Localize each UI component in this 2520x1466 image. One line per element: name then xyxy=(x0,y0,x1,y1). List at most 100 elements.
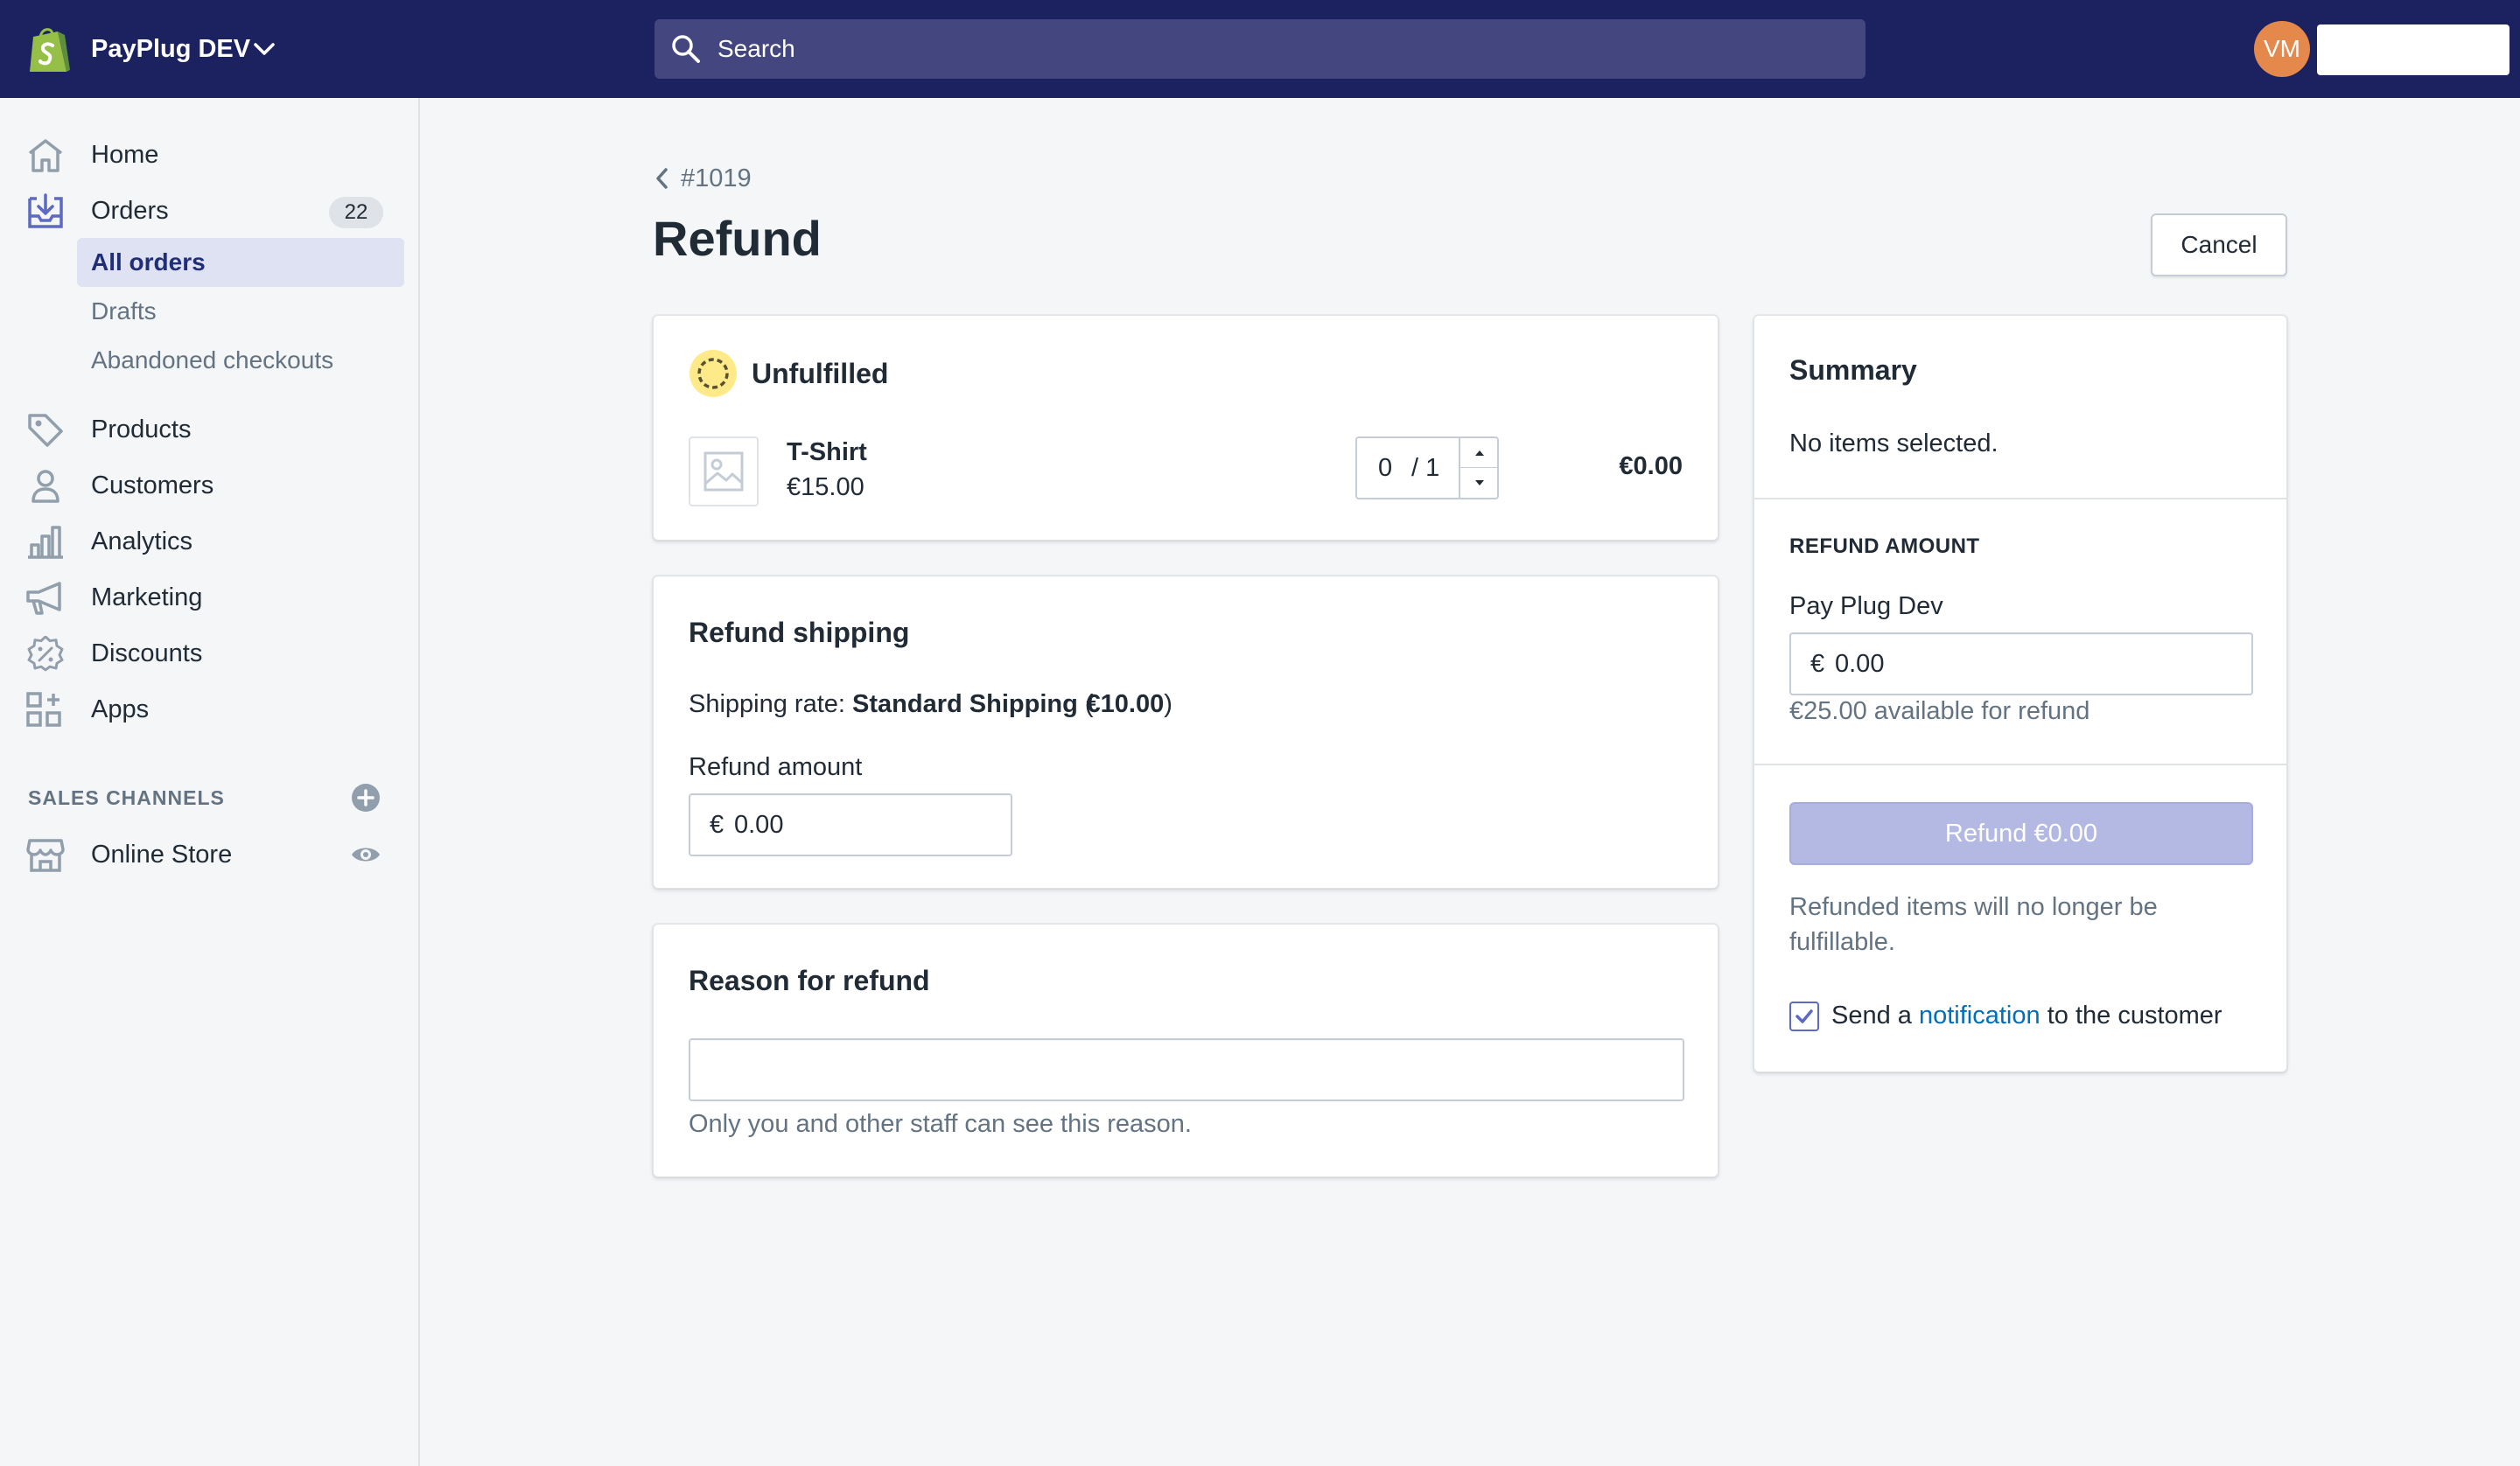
sidebar-item-label: Analytics xyxy=(91,527,193,555)
search-input[interactable]: Search xyxy=(654,19,1866,79)
orders-count-badge: 22 xyxy=(329,197,383,228)
notify-customer-checkbox[interactable] xyxy=(1789,1002,1819,1031)
sidebar-item-label: Orders xyxy=(91,197,169,225)
sidebar-item-analytics[interactable]: Analytics xyxy=(0,517,418,566)
sidebar-subitem-drafts[interactable]: Drafts xyxy=(77,287,404,336)
refund-amount-input[interactable]: € 0.00 xyxy=(1789,632,2253,695)
megaphone-icon xyxy=(26,582,61,615)
shipping-rate-prefix: Shipping rate: xyxy=(689,690,845,718)
refund-shipping-title: Refund shipping xyxy=(689,617,910,648)
quantity-increment-button[interactable] xyxy=(1460,438,1499,468)
sidebar-item-home[interactable]: Home xyxy=(0,130,418,179)
checkmark-icon xyxy=(1796,1009,1813,1023)
refund-note-line2: fulfillable. xyxy=(1789,928,1895,956)
sidebar-subitem-label: All orders xyxy=(91,248,206,276)
product-image-placeholder xyxy=(689,436,759,506)
notify-prefix: Send a xyxy=(1831,1002,1912,1030)
sidebar-item-customers[interactable]: Customers xyxy=(0,461,418,510)
sidebar-item-label: Apps xyxy=(91,695,150,723)
currency-symbol: € xyxy=(710,811,724,839)
store-icon xyxy=(26,839,65,872)
sidebar-item-label: Discounts xyxy=(91,639,203,667)
summary-divider xyxy=(1754,498,2286,499)
available-for-refund: €25.00 available for refund xyxy=(1789,697,2090,725)
reason-input[interactable] xyxy=(689,1038,1684,1101)
summary-card: Summary No items selected. REFUND AMOUNT… xyxy=(1754,315,2287,1072)
add-circle-icon[interactable] xyxy=(348,780,383,815)
shipping-refund-amount-value[interactable]: 0.00 xyxy=(734,807,783,842)
sidebar-item-apps[interactable]: Apps xyxy=(0,685,418,734)
caret-up-icon xyxy=(1475,450,1484,456)
chevron-down-icon[interactable] xyxy=(252,38,276,59)
person-icon xyxy=(32,470,60,503)
avatar[interactable]: VM xyxy=(2254,21,2310,77)
summary-empty-text: No items selected. xyxy=(1789,429,1998,457)
refund-amount-heading: REFUND AMOUNT xyxy=(1789,534,1980,558)
reason-help-text: Only you and other staff can see this re… xyxy=(689,1110,1192,1138)
refund-button[interactable]: Refund €0.00 xyxy=(1789,802,2253,865)
product-price: €15.00 xyxy=(787,473,864,501)
refund-amount-value[interactable]: 0.00 xyxy=(1835,646,1884,681)
gateway-label: Pay Plug Dev xyxy=(1789,592,1943,620)
summary-title: Summary xyxy=(1789,354,1917,386)
notify-customer-label: Send a notification to the customer xyxy=(1831,998,2222,1033)
store-switcher[interactable]: PayPlug DEV xyxy=(91,31,250,66)
sidebar-item-orders[interactable]: Orders 22 xyxy=(0,186,418,235)
top-bar: PayPlug DEV Search VM xyxy=(0,0,2520,98)
sidebar-item-label: Marketing xyxy=(91,583,203,611)
tag-icon xyxy=(28,414,63,447)
shipping-refund-amount-input[interactable]: € 0.00 xyxy=(689,793,1012,856)
unfulfilled-card: Unfulfilled T-Shirt €15.00 0 / 1 €0.00 xyxy=(653,315,1718,541)
sidebar: Home Orders 22 All orders Drafts Abandon… xyxy=(0,98,420,1466)
quantity-total: / 1 xyxy=(1411,454,1440,482)
sidebar-item-products[interactable]: Products xyxy=(0,405,418,454)
sidebar-item-label: Online Store xyxy=(91,841,233,869)
apps-icon xyxy=(26,692,61,727)
sales-channels-heading: SALES CHANNELS xyxy=(28,786,225,809)
shipping-refund-amount-label: Refund amount xyxy=(689,753,863,781)
cancel-button[interactable]: Cancel xyxy=(2151,213,2287,276)
unfulfilled-title: Unfulfilled xyxy=(752,358,889,389)
image-icon xyxy=(704,451,744,492)
line-refund-total: €0.00 xyxy=(1619,452,1683,480)
summary-divider xyxy=(1754,764,2286,765)
sidebar-item-label: Home xyxy=(91,141,159,169)
sidebar-subitem-all-orders[interactable]: All orders xyxy=(77,238,404,287)
breadcrumb-order-link[interactable]: #1019 xyxy=(681,161,752,196)
search-placeholder: Search xyxy=(718,35,795,62)
chevron-left-icon xyxy=(656,168,668,189)
product-name[interactable]: T-Shirt xyxy=(787,435,867,470)
sidebar-item-label: Products xyxy=(91,415,192,443)
shipping-rate-name: Standard Shipping xyxy=(852,690,1078,718)
sidebar-subitem-abandoned-checkouts[interactable]: Abandoned checkouts xyxy=(77,336,404,385)
shipping-rate-line: Shipping rate: Standard Shipping (€10.00… xyxy=(689,687,1172,722)
refund-note-line1: Refunded items will no longer be xyxy=(1789,893,2158,921)
notification-link[interactable]: notification xyxy=(1919,1002,2040,1030)
caret-down-icon xyxy=(1475,480,1484,485)
quantity-value[interactable]: 0 xyxy=(1378,450,1392,485)
shipping-rate-paren-close: ) xyxy=(1164,690,1172,718)
orders-icon xyxy=(28,193,63,228)
unfulfilled-status-icon xyxy=(690,350,737,397)
quantity-stepper-buttons xyxy=(1459,438,1499,498)
home-icon xyxy=(28,139,63,172)
page-title: Refund xyxy=(653,211,822,266)
currency-symbol: € xyxy=(1810,650,1825,678)
sidebar-item-discounts[interactable]: Discounts xyxy=(0,629,418,678)
reason-card: Reason for refund Only you and other sta… xyxy=(653,924,1718,1177)
notify-suffix: to the customer xyxy=(2047,1002,2222,1030)
bar-chart-icon xyxy=(28,526,63,559)
shipping-rate-amount: €10.00 xyxy=(1086,690,1165,718)
quantity-decrement-button[interactable] xyxy=(1460,468,1499,498)
eye-icon[interactable] xyxy=(348,837,383,872)
sidebar-item-marketing[interactable]: Marketing xyxy=(0,573,418,622)
search-icon xyxy=(672,35,700,63)
account-name-box[interactable] xyxy=(2317,24,2510,75)
quantity-stepper[interactable]: 0 / 1 xyxy=(1355,436,1499,499)
sidebar-subitem-label: Abandoned checkouts xyxy=(91,346,334,373)
sidebar-subitem-label: Drafts xyxy=(91,297,157,325)
sidebar-item-label: Customers xyxy=(91,471,214,499)
shopify-logo-icon[interactable] xyxy=(26,23,72,75)
reason-title: Reason for refund xyxy=(689,965,930,996)
discount-icon xyxy=(27,636,64,672)
